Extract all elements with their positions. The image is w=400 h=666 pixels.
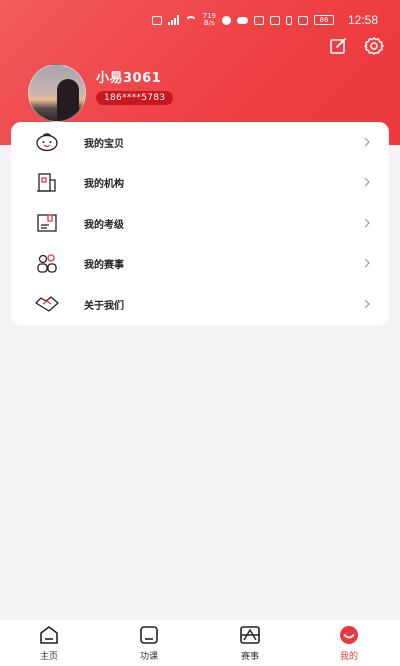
- gear-icon[interactable]: [364, 36, 384, 56]
- nfc-icon: [254, 15, 264, 25]
- phone-badge: 186****5783: [96, 91, 174, 105]
- building-icon: [37, 173, 56, 192]
- menu-item-label: 我的赛事: [84, 259, 124, 271]
- menu-item-label: 关于我们: [84, 300, 124, 312]
- wifi-icon: [184, 16, 197, 24]
- smile-icon: [340, 626, 358, 644]
- avatar[interactable]: [28, 64, 86, 122]
- status-bar: 719 B/s 86 12:58: [0, 10, 400, 32]
- menu-item-my-grading[interactable]: 我的考级: [11, 203, 389, 243]
- competition-icon: [240, 626, 260, 644]
- header-actions: [328, 36, 384, 56]
- vibrate-icon: [298, 15, 308, 25]
- handshake-icon: [35, 296, 59, 312]
- message-icon: [222, 15, 231, 25]
- username: 小易3061: [96, 71, 162, 86]
- menu-item-about-us[interactable]: 关于我们: [11, 284, 389, 324]
- tab-label: 我的: [339, 652, 358, 662]
- home-icon: [40, 626, 58, 644]
- menu-card: 我的宝贝 我的机构 我的考级 我的赛事 关于我们: [11, 122, 389, 325]
- hd-icon: [151, 15, 162, 25]
- tab-mine[interactable]: 我的: [319, 624, 379, 664]
- status-time: 12:58: [347, 13, 378, 27]
- homework-icon: [140, 626, 158, 644]
- network-speed: 719 B/s: [202, 12, 216, 27]
- menu-item-label: 我的机构: [84, 178, 124, 190]
- chevron-right-icon: [364, 299, 370, 309]
- menu-item-label: 我的宝贝: [84, 138, 124, 150]
- tab-label: 赛事: [240, 652, 259, 662]
- tab-homework[interactable]: 功课: [119, 624, 179, 664]
- exam-certificate-icon: [37, 214, 57, 232]
- menu-item-my-competitions[interactable]: 我的赛事: [11, 243, 389, 283]
- baby-face-icon: [36, 133, 58, 152]
- tab-competition[interactable]: 赛事: [220, 624, 280, 664]
- bottom-tab-bar: 主页 功课 赛事 我的: [0, 620, 400, 666]
- battery-icon: 86: [314, 15, 334, 25]
- edit-icon[interactable]: [328, 36, 348, 56]
- menu-item-label: 我的考级: [84, 219, 124, 231]
- tab-label: 主页: [39, 652, 58, 662]
- bluetooth-icon: [286, 15, 292, 25]
- signal-icon: [167, 15, 179, 25]
- alarm-icon: [270, 15, 280, 25]
- chevron-right-icon: [364, 218, 370, 228]
- chevron-right-icon: [364, 258, 370, 268]
- eye-icon: [237, 16, 248, 24]
- tab-home[interactable]: 主页: [19, 624, 79, 664]
- avatar-photo: [57, 79, 79, 121]
- menu-item-my-baby[interactable]: 我的宝贝: [11, 122, 389, 162]
- menu-item-my-institution[interactable]: 我的机构: [11, 162, 389, 202]
- tab-label: 功课: [139, 652, 158, 662]
- chevron-right-icon: [364, 137, 370, 147]
- chevron-right-icon: [364, 177, 370, 187]
- status-icons: 719 B/s 86: [151, 12, 334, 27]
- group-people-icon: [37, 254, 57, 273]
